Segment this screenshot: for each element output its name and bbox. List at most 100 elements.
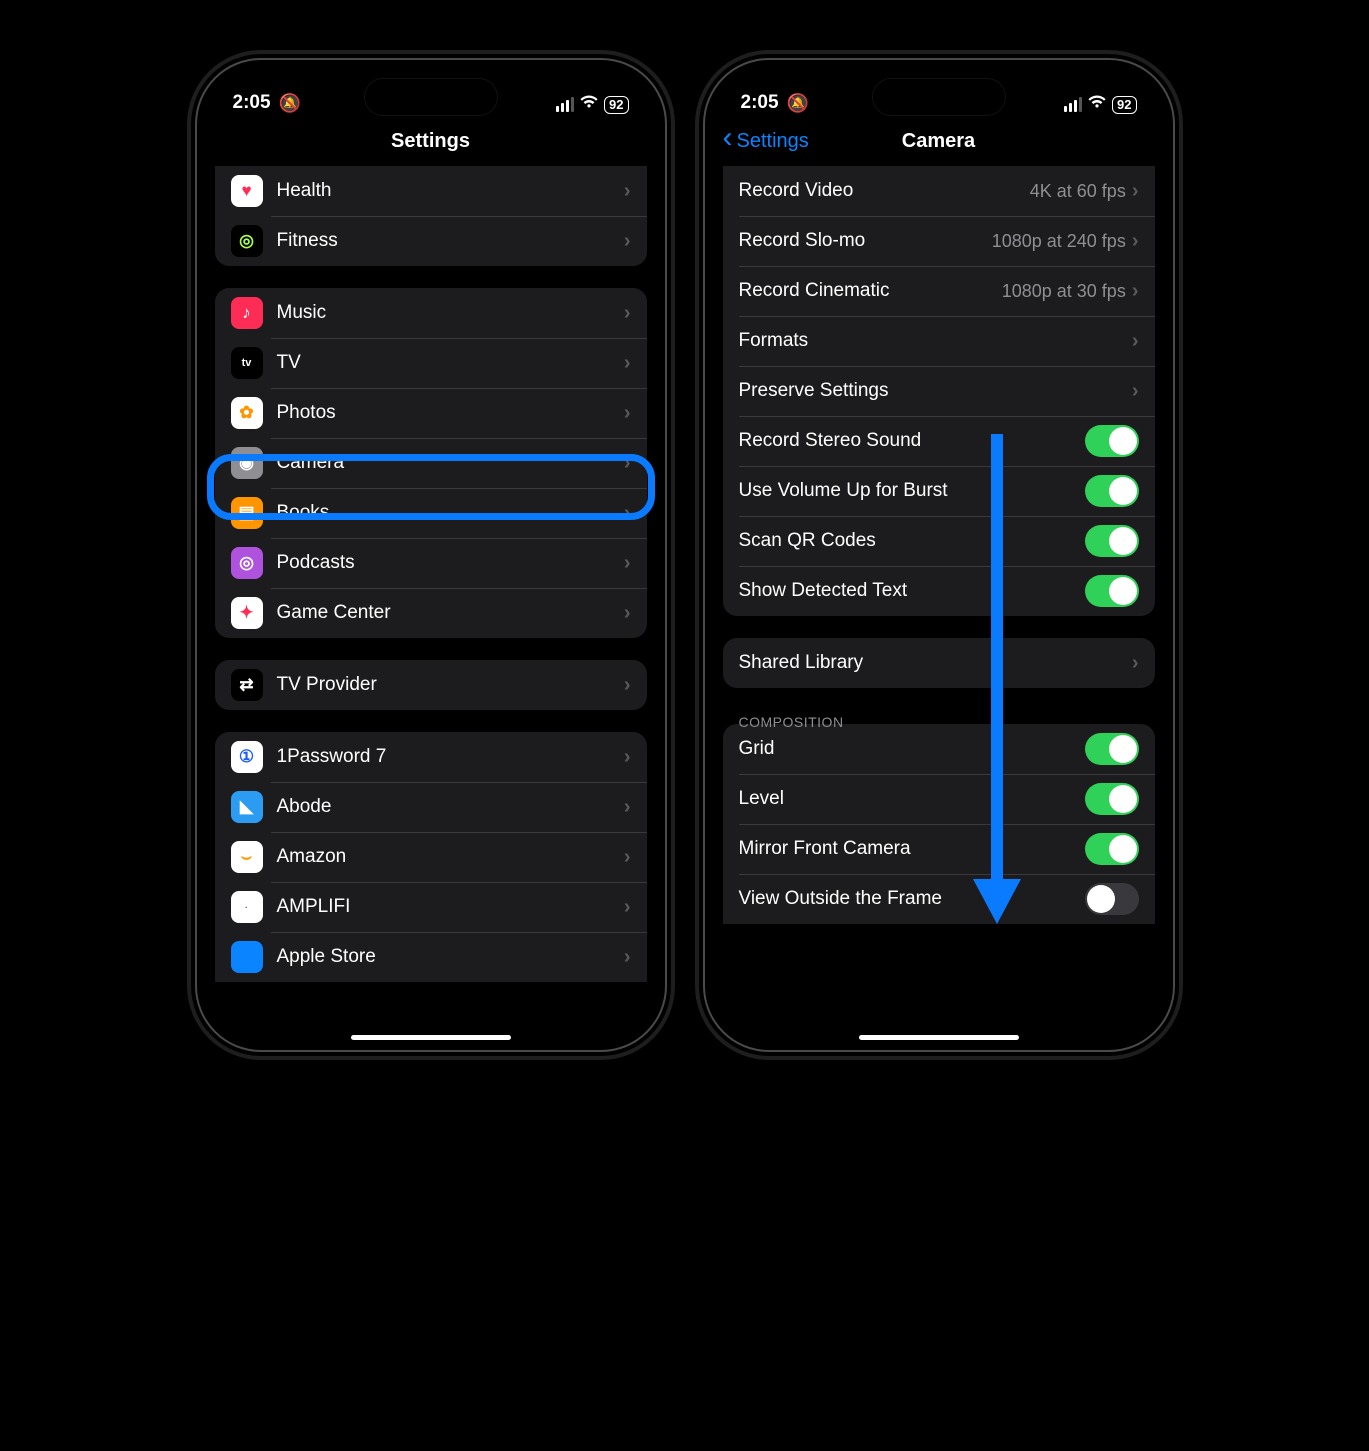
chevron-right-icon: › [624, 230, 631, 253]
battery-icon: 92 [1112, 96, 1136, 114]
navbar: Settings [197, 116, 665, 166]
chevron-right-icon: › [624, 746, 631, 769]
row-label: Record Stereo Sound [739, 430, 1085, 452]
settings-row-use-volume-up-for-burst[interactable]: Use Volume Up for Burst [723, 466, 1155, 516]
settings-row-record-cinematic[interactable]: Record Cinematic1080p at 30 fps› [723, 266, 1155, 316]
phone-left: 2:05 🔕 92 Settings ♥Health›◎Fitness› ♪Mu… [197, 60, 665, 1050]
settings-row-camera[interactable]: ◉Camera› [215, 438, 647, 488]
music-icon: ♪ [231, 297, 263, 329]
row-label: Books [277, 502, 624, 524]
settings-row-level[interactable]: Level [723, 774, 1155, 824]
settings-row-record-video[interactable]: Record Video4K at 60 fps› [723, 166, 1155, 216]
row-label: Formats [739, 330, 1132, 352]
settings-row-formats[interactable]: Formats› [723, 316, 1155, 366]
row-label: Mirror Front Camera [739, 838, 1085, 860]
settings-row-mirror-front-camera[interactable]: Mirror Front Camera [723, 824, 1155, 874]
row-label: Game Center [277, 602, 624, 624]
settings-group: ⇄TV Provider› [215, 660, 647, 710]
row-detail: 1080p at 240 fps [992, 231, 1126, 252]
status-time: 2:05 [741, 92, 779, 114]
settings-row-1password-7[interactable]: ① 1Password 7› [215, 732, 647, 782]
chevron-right-icon: › [624, 846, 631, 869]
row-label: Podcasts [277, 552, 624, 574]
settings-row-record-stereo-sound[interactable]: Record Stereo Sound [723, 416, 1155, 466]
settings-row-amazon[interactable]: ⌣Amazon› [215, 832, 647, 882]
row-label: Amazon [277, 846, 624, 868]
row-label: Photos [277, 402, 624, 424]
amplifi-icon: · [231, 891, 263, 923]
settings-row-health[interactable]: ♥Health› [215, 166, 647, 216]
chevron-right-icon: › [1132, 652, 1139, 675]
row-label: Show Detected Text [739, 580, 1085, 602]
chevron-left-icon [723, 130, 735, 153]
row-label: Level [739, 788, 1085, 810]
back-label: Settings [737, 130, 809, 153]
cellular-icon [1064, 97, 1082, 112]
toggle-knob [1109, 427, 1137, 455]
status-time: 2:05 [233, 92, 271, 114]
row-detail: 4K at 60 fps [1030, 181, 1126, 202]
wifi-icon [1088, 95, 1106, 114]
chevron-right-icon: › [1132, 280, 1139, 303]
settings-row-abode[interactable]: ◣Abode› [215, 782, 647, 832]
row-label: Record Slo-mo [739, 230, 992, 252]
settings-row-game-center[interactable]: ✦Game Center› [215, 588, 647, 638]
settings-row-books[interactable]: ▤Books› [215, 488, 647, 538]
chevron-right-icon: › [1132, 180, 1139, 203]
row-label: Grid [739, 738, 1085, 760]
settings-row-music[interactable]: ♪Music› [215, 288, 647, 338]
page-title: Camera [902, 130, 975, 153]
home-indicator[interactable] [351, 1035, 511, 1040]
toggle-knob [1087, 885, 1115, 913]
chevron-right-icon: › [1132, 330, 1139, 353]
settings-row-apple-store[interactable]: Apple Store› [215, 932, 647, 982]
settings-row-show-detected-text[interactable]: Show Detected Text [723, 566, 1155, 616]
row-label: Use Volume Up for Burst [739, 480, 1085, 502]
settings-row-podcasts[interactable]: ◎Podcasts› [215, 538, 647, 588]
toggle-grid[interactable] [1085, 733, 1139, 765]
settings-row-tv[interactable]: tvTV› [215, 338, 647, 388]
toggle-mirror-front-camera[interactable] [1085, 833, 1139, 865]
settings-row-view-outside-the-frame[interactable]: View Outside the Frame [723, 874, 1155, 924]
row-label: Camera [277, 452, 624, 474]
chevron-right-icon: › [624, 946, 631, 969]
chevron-right-icon: › [624, 402, 631, 425]
chevron-right-icon: › [624, 674, 631, 697]
settings-row-preserve-settings[interactable]: Preserve Settings› [723, 366, 1155, 416]
row-detail: 1080p at 30 fps [1002, 281, 1126, 302]
chevron-right-icon: › [624, 602, 631, 625]
health-icon: ♥ [231, 175, 263, 207]
chevron-right-icon: › [624, 552, 631, 575]
settings-row-shared-library[interactable]: Shared Library› [723, 638, 1155, 688]
settings-row-amplifi[interactable]: ·AMPLIFI› [215, 882, 647, 932]
settings-row-grid[interactable]: Grid [723, 724, 1155, 774]
page-title: Settings [391, 130, 470, 153]
camera-settings-list[interactable]: Record Video4K at 60 fps›Record Slo-mo10… [705, 166, 1173, 1050]
row-label: Abode [277, 796, 624, 818]
silent-icon: 🔕 [787, 93, 809, 114]
toggle-knob [1109, 835, 1137, 863]
settings-list[interactable]: ♥Health›◎Fitness› ♪Music›tvTV›✿Photos›◉C… [197, 166, 665, 1050]
toggle-record-stereo-sound[interactable] [1085, 425, 1139, 457]
settings-row-photos[interactable]: ✿Photos› [215, 388, 647, 438]
toggle-scan-qr-codes[interactable] [1085, 525, 1139, 557]
1password-7-icon: ① [231, 741, 263, 773]
settings-row-fitness[interactable]: ◎Fitness› [215, 216, 647, 266]
toggle-view-outside-the-frame[interactable] [1085, 883, 1139, 915]
toggle-level[interactable] [1085, 783, 1139, 815]
back-button[interactable]: Settings [723, 130, 809, 153]
home-indicator[interactable] [859, 1035, 1019, 1040]
settings-row-tv-provider[interactable]: ⇄TV Provider› [215, 660, 647, 710]
toggle-show-detected-text[interactable] [1085, 575, 1139, 607]
silent-icon: 🔕 [279, 93, 301, 114]
settings-group: Shared Library› [723, 638, 1155, 688]
navbar: Settings Camera [705, 116, 1173, 166]
settings-row-scan-qr-codes[interactable]: Scan QR Codes [723, 516, 1155, 566]
toggle-use-volume-up-for-burst[interactable] [1085, 475, 1139, 507]
settings-row-record-slo-mo[interactable]: Record Slo-mo1080p at 240 fps› [723, 216, 1155, 266]
wifi-icon [580, 95, 598, 114]
chevron-right-icon: › [624, 352, 631, 375]
dynamic-island [364, 78, 498, 116]
settings-group: ♥Health›◎Fitness› [215, 166, 647, 266]
row-label: 1Password 7 [277, 746, 624, 768]
